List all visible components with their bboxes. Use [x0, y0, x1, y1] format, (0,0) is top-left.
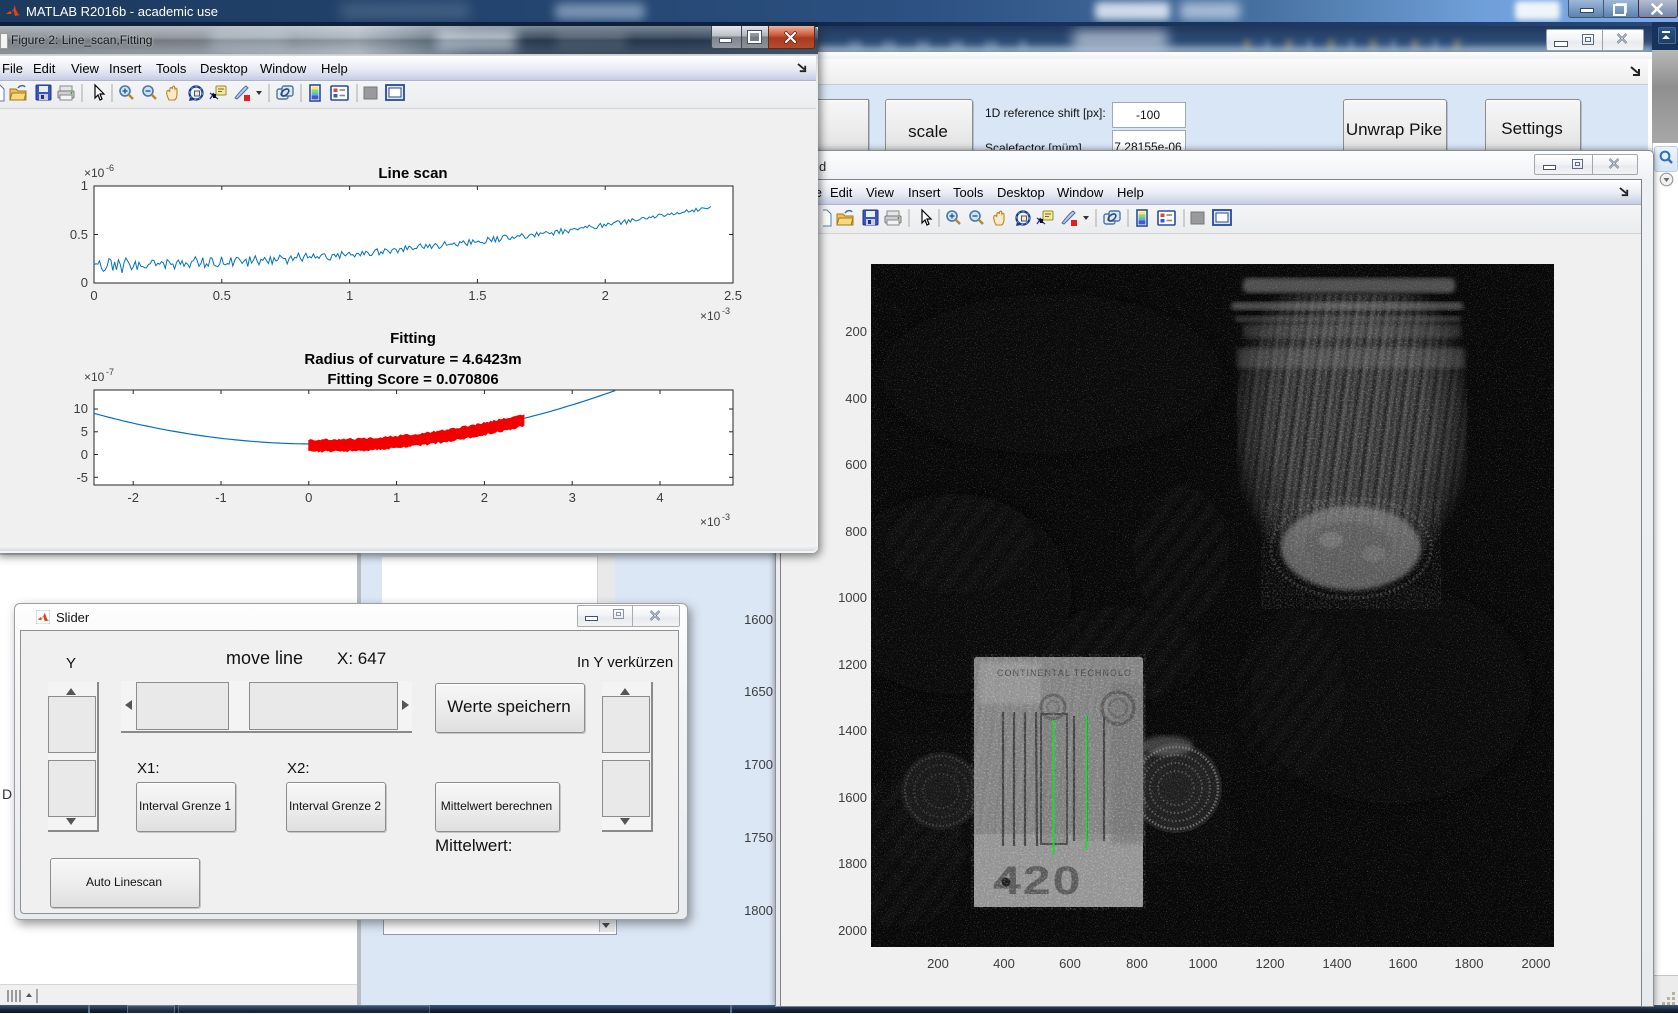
- svg-text:Radius of curvature = 4.6423m: Radius of curvature = 4.6423m: [304, 351, 521, 368]
- svg-text:-1: -1: [215, 490, 227, 505]
- svg-text:0: 0: [81, 447, 88, 462]
- svg-text:4: 4: [656, 490, 663, 505]
- svg-text:10: 10: [74, 401, 88, 416]
- svg-text:×10: ×10: [84, 370, 105, 384]
- svg-text:-3: -3: [722, 512, 730, 522]
- svg-text:0.5: 0.5: [213, 288, 231, 303]
- svg-text:×10: ×10: [700, 515, 721, 529]
- svg-text:2: 2: [602, 288, 609, 303]
- svg-text:3: 3: [569, 490, 576, 505]
- svg-text:0: 0: [90, 288, 97, 303]
- svg-text:1: 1: [393, 490, 400, 505]
- svg-text:Line scan: Line scan: [378, 165, 447, 182]
- svg-text:Fitting: Fitting: [390, 330, 436, 347]
- svg-text:-3: -3: [722, 306, 730, 316]
- svg-text:1.5: 1.5: [468, 288, 486, 303]
- svg-text:0.5: 0.5: [70, 227, 88, 242]
- svg-text:-5: -5: [76, 470, 88, 485]
- svg-text:1: 1: [346, 288, 353, 303]
- svg-text:2.5: 2.5: [724, 288, 742, 303]
- svg-text:5: 5: [81, 424, 88, 439]
- svg-text:2: 2: [481, 490, 488, 505]
- svg-text:-6: -6: [106, 163, 114, 173]
- svg-text:×10: ×10: [84, 166, 105, 180]
- svg-text:1: 1: [81, 178, 88, 193]
- svg-text:-2: -2: [127, 490, 139, 505]
- svg-text:0: 0: [305, 490, 312, 505]
- svg-text:0: 0: [81, 275, 88, 290]
- svg-text:×10: ×10: [700, 309, 721, 323]
- svg-text:-7: -7: [106, 367, 114, 377]
- svg-text:Fitting Score = 0.070806: Fitting Score = 0.070806: [327, 371, 498, 388]
